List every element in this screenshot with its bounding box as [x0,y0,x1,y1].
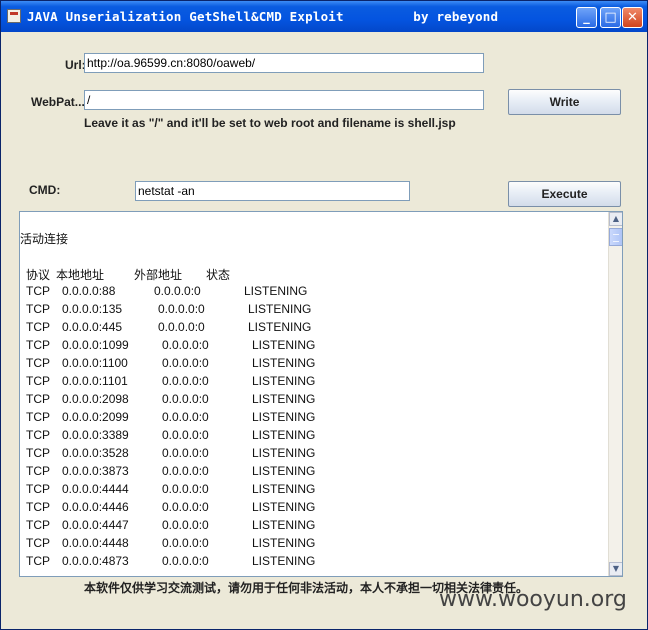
row-local-address: 0.0.0.0:4873 [62,554,129,568]
row-foreign-address: 0.0.0.0:0 [162,482,209,496]
write-button[interactable]: Write [508,89,621,115]
header-foreign: 外部地址 [134,268,183,282]
url-label: Url: [65,58,86,72]
row-proto: TCP [26,302,50,316]
row-foreign-address: 0.0.0.0:0 [162,356,209,370]
row-local-address: 0.0.0.0:135 [62,302,123,316]
cmd-label: CMD: [29,183,61,197]
output-textarea[interactable]: 活动连接 协议 本地地址 外部地址 状态 TCP 0.0.0.0:88 0.0.0.… [19,211,623,577]
webpath-input[interactable]: / [84,90,484,110]
header-local: 本地地址 [56,268,105,282]
row-foreign-address: 0.0.0.0:0 [162,392,209,406]
row-foreign-address: 0.0.0.0:0 [162,374,209,388]
row-state: LISTENING [248,320,312,334]
header-state: 状态 [206,268,231,282]
row-proto: TCP [26,356,50,370]
row-local-address: 0.0.0.0:88 [62,284,116,298]
row-proto: TCP [26,536,50,550]
row-state: LISTENING [252,482,316,496]
scroll-up-arrow-icon[interactable]: ▲ [609,212,622,226]
output-content: 活动连接 协议 本地地址 外部地址 状态 TCP 0.0.0.0:88 0.0.0.… [20,212,606,576]
row-state: LISTENING [252,356,316,370]
row-local-address: 0.0.0.0:3389 [62,428,129,442]
row-state: LISTENING [248,302,312,316]
webpath-hint: Leave it as "/" and it'll be set to web … [84,116,456,130]
maximize-icon: □ [604,10,617,25]
row-foreign-address: 0.0.0.0:0 [162,554,209,568]
scroll-down-arrow-icon[interactable]: ▼ [609,562,622,576]
url-input[interactable]: http://oa.96599.cn:8080/oaweb/ [84,53,484,73]
close-button[interactable]: ✕ [622,7,643,28]
row-local-address: 0.0.0.0:4444 [62,482,129,496]
row-state: LISTENING [252,500,316,514]
execute-button[interactable]: Execute [508,181,621,207]
row-foreign-address: 0.0.0.0:0 [162,338,209,352]
row-proto: TCP [26,518,50,532]
row-proto: TCP [26,554,50,568]
row-state: LISTENING [252,392,316,406]
row-foreign-address: 0.0.0.0:0 [158,302,205,316]
app-window: JAVA Unserialization GetShell&CMD Exploi… [0,0,648,630]
row-foreign-address: 0.0.0.0:0 [162,500,209,514]
window-title: JAVA Unserialization GetShell&CMD Exploi… [27,9,499,24]
row-proto: TCP [26,374,50,388]
row-state: LISTENING [252,536,316,550]
webpath-label: WebPat... [31,95,85,109]
row-proto: TCP [26,446,50,460]
row-foreign-address: 0.0.0.0:0 [162,410,209,424]
output-section-title: 活动连接 [20,232,69,246]
row-foreign-address: 0.0.0.0:0 [162,518,209,532]
row-local-address: 0.0.0.0:445 [62,320,123,334]
maximize-button[interactable]: □ [600,7,621,28]
row-foreign-address: 0.0.0.0:0 [158,320,205,334]
title-bar[interactable]: JAVA Unserialization GetShell&CMD Exploi… [1,1,647,32]
row-proto: TCP [26,428,50,442]
minimize-icon: _ [583,10,590,25]
header-proto: 协议 [26,268,51,282]
row-proto: TCP [26,500,50,514]
row-proto: TCP [26,392,50,406]
row-local-address: 0.0.0.0:3873 [62,464,129,478]
row-local-address: 0.0.0.0:3528 [62,446,129,460]
row-local-address: 0.0.0.0:1100 [62,356,128,370]
row-local-address: 0.0.0.0:4447 [62,518,129,532]
java-app-icon [7,9,21,23]
row-proto: TCP [26,410,50,424]
row-local-address: 0.0.0.0:4448 [62,536,129,550]
row-foreign-address: 0.0.0.0:0 [162,446,209,460]
row-state: LISTENING [252,410,316,424]
row-state: LISTENING [252,374,316,388]
row-state: LISTENING [252,446,316,460]
cmd-input[interactable]: netstat -an [135,181,410,201]
row-proto: TCP [26,482,50,496]
row-state: LISTENING [244,284,308,298]
row-proto: TCP [26,284,50,298]
row-local-address: 0.0.0.0:2098 [62,392,129,406]
row-foreign-address: 0.0.0.0:0 [162,536,209,550]
row-state: LISTENING [252,518,316,532]
close-icon: ✕ [627,10,638,25]
row-state: LISTENING [252,554,316,568]
row-state: LISTENING [252,338,316,352]
minimize-button[interactable]: _ [576,7,597,28]
scroll-thumb[interactable] [609,228,622,246]
watermark: www.wooyun.org [439,587,627,612]
row-proto: TCP [26,464,50,478]
row-foreign-address: 0.0.0.0:0 [154,284,201,298]
row-proto: TCP [26,338,50,352]
client-area: Url: http://oa.96599.cn:8080/oaweb/ WebP… [4,32,644,626]
row-foreign-address: 0.0.0.0:0 [162,428,209,442]
row-foreign-address: 0.0.0.0:0 [162,464,209,478]
row-local-address: 0.0.0.0:1099 [62,338,129,352]
row-state: LISTENING [252,464,316,478]
row-state: LISTENING [252,428,316,442]
row-local-address: 0.0.0.0:1101 [62,374,128,388]
row-proto: TCP [26,320,50,334]
row-local-address: 0.0.0.0:4446 [62,500,129,514]
vertical-scrollbar[interactable]: ▲ ▼ [608,212,622,576]
row-local-address: 0.0.0.0:2099 [62,410,129,424]
